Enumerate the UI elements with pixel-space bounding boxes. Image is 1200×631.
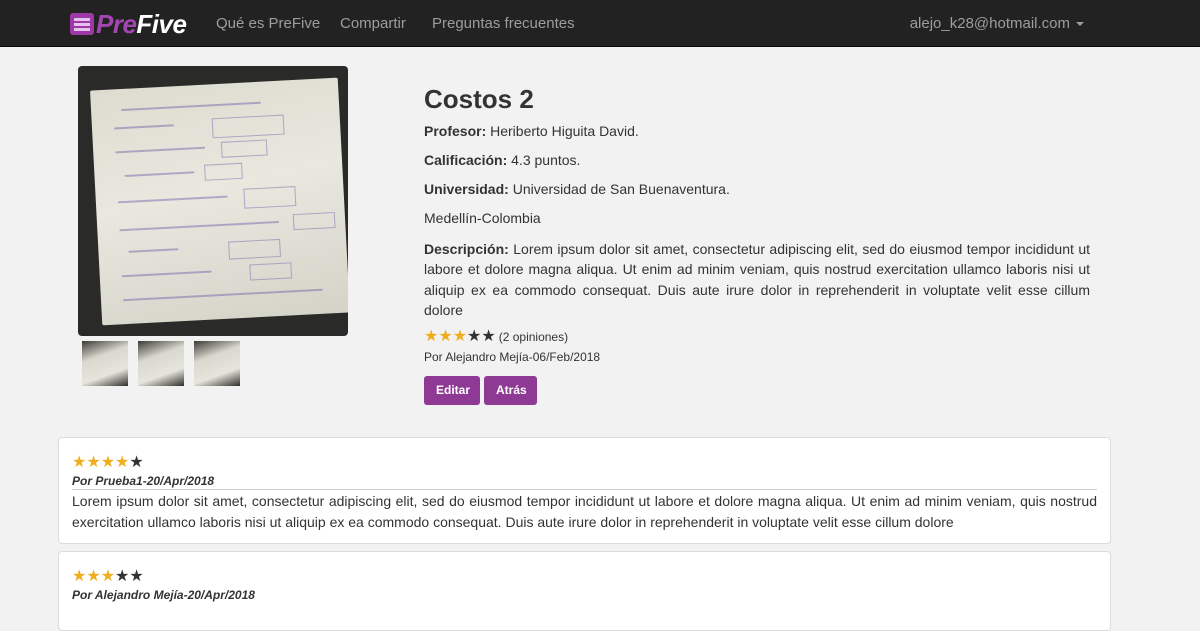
brand-logo[interactable]: PreFive [70, 9, 187, 39]
review-stars: ★★★★★ [72, 452, 144, 472]
star-empty-icon: ★ [129, 454, 144, 471]
profesor-field: Profesor: Heriberto Higuita David. [424, 123, 639, 139]
universidad-field: Universidad: Universidad de San Buenaven… [424, 181, 730, 197]
notes-paper-image [90, 77, 348, 326]
brand-name: PreFive [96, 9, 187, 39]
descripcion-field: Descripción: Lorem ipsum dolor sit amet,… [424, 241, 1091, 318]
nav-link-que-es[interactable]: Qué es PreFive [216, 0, 320, 47]
course-rating: ★★★★★ (2 opiniones) [424, 326, 568, 346]
thumbnail-2[interactable] [138, 341, 184, 386]
rating-count: (2 opiniones) [498, 330, 569, 344]
back-button[interactable]: Atrás [484, 376, 537, 405]
thumbnail-1[interactable] [82, 341, 128, 386]
caret-down-icon [1076, 22, 1084, 27]
navbar: PreFive Qué es PreFive Compartir Pregunt… [0, 0, 1200, 47]
star-empty-icon: ★ [115, 568, 130, 585]
star-filled-icon: ★ [115, 454, 130, 471]
star-filled-icon: ★ [100, 454, 116, 471]
star-filled-icon: ★ [72, 568, 87, 585]
ciudad-field: Medellín-Colombia [424, 210, 541, 226]
edit-button[interactable]: Editar [424, 376, 480, 405]
star-filled-icon: ★ [452, 328, 468, 345]
star-filled-icon: ★ [438, 328, 453, 345]
review-card: ★★★★★ Por Alejandro Mejía-20/Apr/2018 [58, 551, 1111, 631]
star-empty-icon: ★ [481, 328, 496, 345]
user-menu[interactable]: alejo_k28@hotmail.com [910, 0, 1084, 47]
review-card: ★★★★★ Por Prueba1-20/Apr/2018 Lorem ipsu… [58, 437, 1111, 544]
rating-stars: ★★★★★ [424, 328, 496, 345]
star-filled-icon: ★ [72, 454, 87, 471]
course-title: Costos 2 [424, 84, 534, 114]
course-byline: Por Alejandro Mejía-06/Feb/2018 [424, 350, 601, 364]
main-photo[interactable] [78, 66, 348, 336]
review-author: Por Prueba1-20/Apr/2018 [72, 474, 215, 488]
user-email: alejo_k28@hotmail.com [909, 15, 1070, 32]
star-filled-icon: ★ [100, 568, 116, 585]
star-empty-icon: ★ [129, 568, 144, 585]
review-stars: ★★★★★ [72, 566, 144, 586]
star-filled-icon: ★ [86, 454, 101, 471]
thumbnail-3[interactable] [194, 341, 240, 386]
star-filled-icon: ★ [86, 568, 101, 585]
calificacion-field: Calificación: 4.3 puntos. [424, 152, 581, 168]
notebook-icon [70, 13, 94, 35]
star-filled-icon: ★ [424, 328, 439, 345]
nav-link-compartir[interactable]: Compartir [340, 0, 406, 47]
review-text: Lorem ipsum dolor sit amet, consectetur … [72, 493, 1097, 530]
nav-link-preguntas[interactable]: Preguntas frecuentes [432, 0, 575, 47]
star-empty-icon: ★ [467, 328, 482, 345]
review-divider [72, 489, 1097, 490]
